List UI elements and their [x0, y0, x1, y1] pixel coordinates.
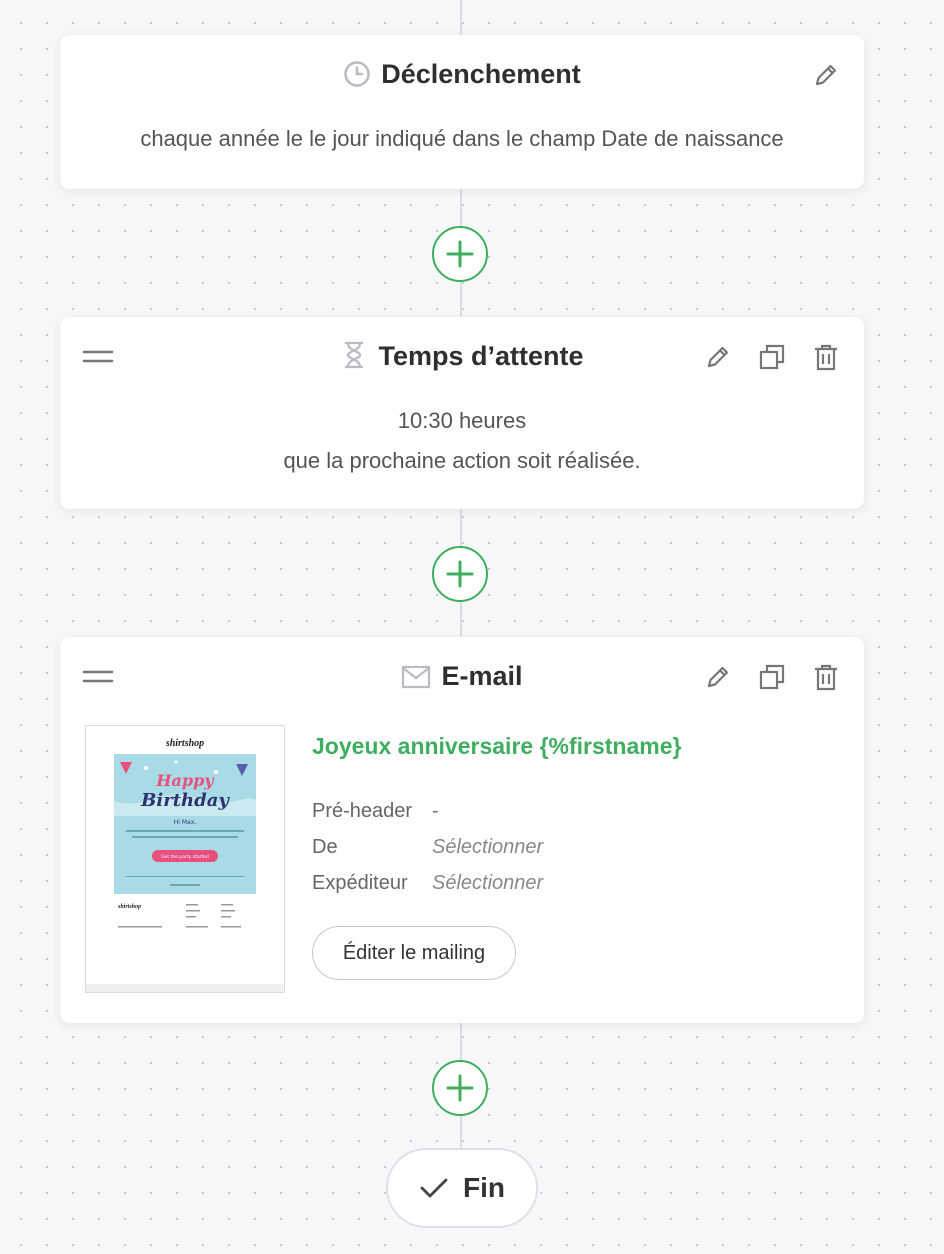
edit-email-button[interactable]	[702, 661, 734, 693]
copy-icon	[759, 664, 785, 690]
plus-icon	[446, 560, 474, 588]
envelope-icon	[401, 664, 431, 698]
duplicate-wait-button[interactable]	[756, 341, 788, 373]
trigger-title: Déclenchement	[60, 57, 864, 96]
meta-value: Sélectionner	[432, 836, 544, 858]
trash-icon	[815, 664, 837, 691]
edit-wait-button[interactable]	[702, 341, 734, 373]
wait-duration: 10:30 heures	[397, 408, 527, 433]
trigger-card: Déclenchement chaque année le le jour in…	[60, 35, 864, 189]
wait-card: Temps d’attente 10:30 heures que la proc…	[60, 317, 864, 509]
email-card: E-mail shirtshop Happy Birthday Hi Max,	[60, 637, 864, 1023]
end-label: Fin	[463, 1172, 505, 1203]
add-step-button-1[interactable]	[432, 226, 488, 282]
pencil-icon	[707, 346, 729, 368]
edit-mailing-button[interactable]: Éditer le mailing	[312, 926, 516, 980]
checkmark-icon	[420, 1178, 448, 1198]
copy-icon	[759, 344, 785, 370]
trigger-title-text: Déclenchement	[381, 59, 581, 89]
email-preview-image: shirtshop Happy Birthday Hi Max, Get the…	[86, 726, 284, 992]
trigger-actions	[810, 59, 842, 91]
hourglass-icon	[340, 340, 368, 378]
email-actions	[702, 661, 842, 693]
edit-trigger-button[interactable]	[810, 59, 842, 91]
email-meta: Pré-header - De Sélectionner Expéditeur …	[312, 793, 543, 901]
plus-icon	[446, 240, 474, 268]
clock-icon	[343, 60, 371, 96]
add-step-button-3[interactable]	[432, 1060, 488, 1116]
meta-value: Sélectionner	[432, 872, 544, 894]
preview-headline-1: Happy	[155, 771, 215, 790]
meta-label: De	[312, 836, 338, 858]
pencil-icon	[707, 666, 729, 688]
delete-email-button[interactable]	[810, 661, 842, 693]
duplicate-email-button[interactable]	[756, 661, 788, 693]
email-subject: Joyeux anniversaire {%firstname}	[312, 733, 682, 759]
svg-text:shirtshop: shirtshop	[117, 904, 141, 910]
wait-actions	[702, 341, 842, 373]
end-node[interactable]: Fin	[386, 1148, 538, 1228]
wait-description: que la prochaine action soit réalisée.	[283, 448, 641, 473]
meta-row-sender: Expéditeur Sélectionner	[312, 865, 543, 901]
add-step-button-2[interactable]	[432, 546, 488, 602]
email-preview-thumbnail[interactable]: shirtshop Happy Birthday Hi Max, Get the…	[85, 725, 285, 993]
plus-icon	[446, 1074, 474, 1102]
meta-value: -	[432, 800, 439, 822]
meta-row-preheader: Pré-header -	[312, 793, 543, 829]
trash-icon	[815, 344, 837, 371]
meta-row-from: De Sélectionner	[312, 829, 543, 865]
preview-cta: Get the party started	[161, 854, 209, 860]
meta-label: Pré-header	[312, 800, 413, 822]
meta-label: Expéditeur	[312, 872, 408, 894]
email-title-text: E-mail	[441, 661, 523, 691]
wait-title-text: Temps d’attente	[378, 341, 584, 371]
preview-headline-2: Birthday	[140, 790, 230, 811]
preview-greeting: Hi Max,	[174, 819, 196, 826]
pencil-icon	[815, 64, 837, 86]
delete-wait-button[interactable]	[810, 341, 842, 373]
preview-brand: shirtshop	[165, 738, 204, 749]
trigger-description: chaque année le le jour indiqué dans le …	[140, 126, 784, 151]
